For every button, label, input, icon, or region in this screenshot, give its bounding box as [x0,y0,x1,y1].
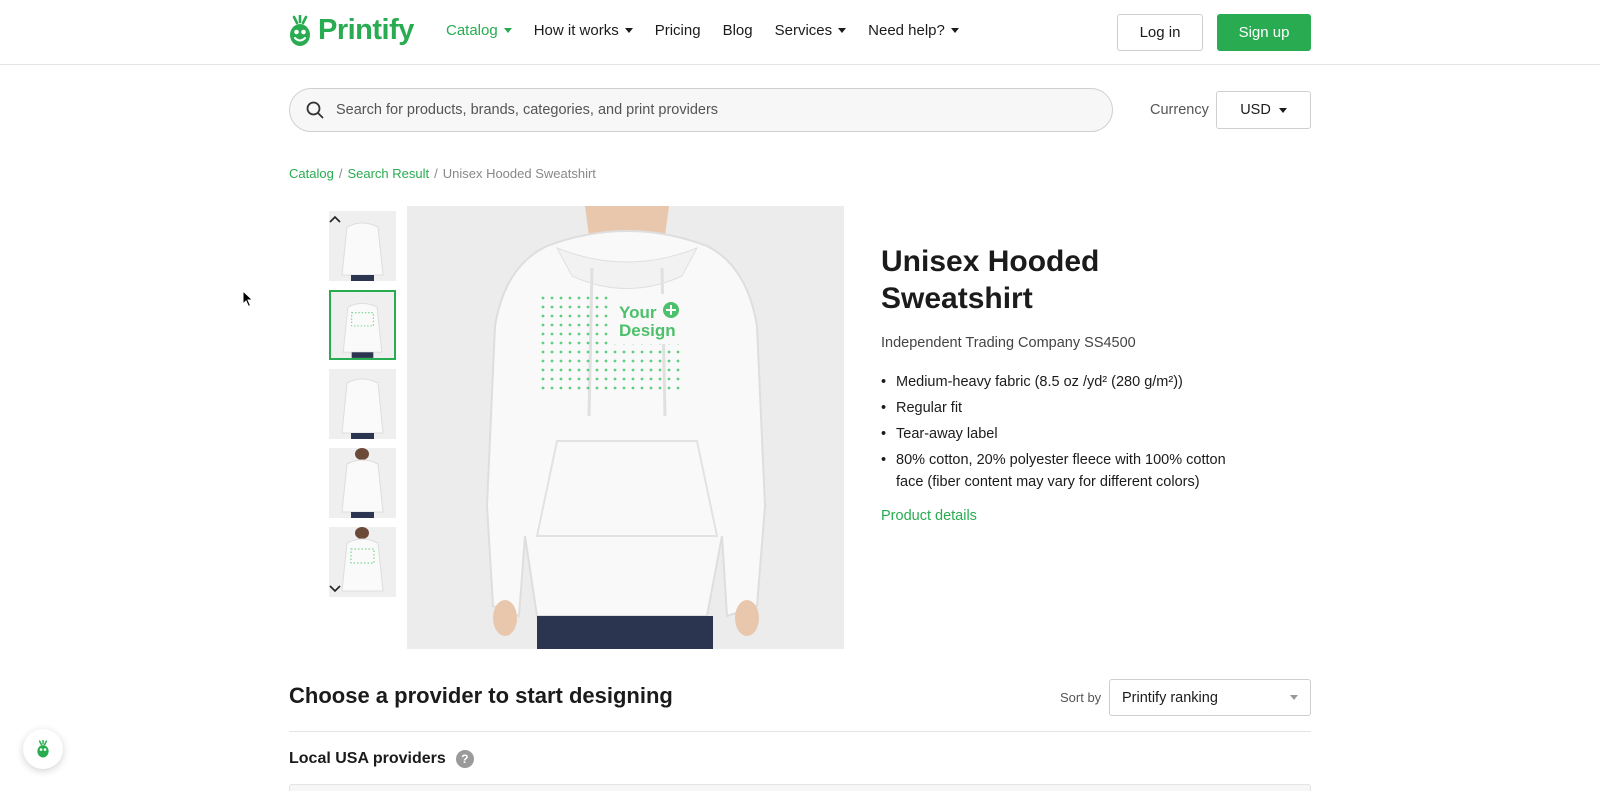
breadcrumb-separator: / [338,166,343,181]
printify-mascot-icon [290,14,310,46]
nav-pricing[interactable]: Pricing [655,22,701,39]
top-navigation-bar: Printify Catalog How it works Pricing Bl… [0,0,1600,65]
product-details-link[interactable]: Product details [881,508,977,524]
nav-blog[interactable]: Blog [723,22,753,39]
breadcrumb: Catalog / Search Result / Unisex Hooded … [289,166,596,181]
chevron-up-icon[interactable] [329,215,341,223]
chevron-down-icon [950,28,959,33]
feature-item: Tear-away label [881,423,1241,445]
thumbnail-gallery [329,211,396,606]
mouse-cursor-icon [242,290,254,308]
nav-need-help[interactable]: Need help? [868,22,959,39]
logo-text: Printify [318,14,414,46]
search-input[interactable]: Search for products, brands, categories,… [289,88,1113,132]
search-placeholder: Search for products, brands, categories,… [336,102,719,118]
feature-item: Regular fit [881,397,1241,419]
feature-item: 80% cotton, 20% polyester fleece with 10… [881,449,1241,493]
provider-card[interactable] [289,784,1311,791]
sort-by-label: Sort by [1060,690,1102,705]
feature-item: Medium-heavy fabric (8.5 oz /yd² (280 g/… [881,371,1241,393]
nav-label: Blog [722,22,753,39]
nav-label: How it works [533,22,619,39]
design-placeholder-line1: Your [619,303,657,322]
sort-select[interactable]: Printify ranking [1109,679,1311,716]
printify-mascot-icon [37,740,49,758]
chevron-down-icon[interactable] [329,585,341,593]
chevron-down-icon [838,28,847,33]
chevron-down-icon [1290,695,1298,700]
nav-label: Catalog [446,22,498,39]
login-button[interactable]: Log in [1117,14,1203,51]
local-providers-label: Local USA providers [289,750,446,767]
main-product-image: Your Design [407,206,844,649]
nav-label: Need help? [868,22,945,39]
currency-label: Currency [1150,102,1209,118]
thumbnail-hoodie-back[interactable] [329,369,396,439]
breadcrumb-catalog[interactable]: Catalog [289,166,334,181]
local-providers-heading: Local USA providers ? [289,750,474,768]
thumbnail-hoodie-front[interactable] [329,211,396,281]
currency-value: USD [1240,102,1271,118]
chevron-down-icon [1278,107,1287,113]
thumbnail-hoodie-front-design[interactable] [329,290,396,360]
providers-heading: Choose a provider to start designing [289,683,673,708]
nav-label: Services [774,22,833,39]
currency-select[interactable]: USD [1216,91,1311,129]
chevron-down-icon [503,28,512,33]
breadcrumb-search-result[interactable]: Search Result [347,166,429,181]
thumbnail-hoodie-model[interactable] [329,448,396,518]
nav-services[interactable]: Services [775,22,847,39]
chat-widget-button[interactable] [23,729,63,769]
nav-label: Pricing [654,22,701,39]
main-nav: Catalog How it works Pricing Blog Servic… [446,22,959,39]
product-brand-model: Independent Trading Company SS4500 [881,335,1136,351]
section-divider [289,731,1311,732]
breadcrumb-separator: / [434,166,438,181]
nav-how-it-works[interactable]: How it works [534,22,633,39]
design-placeholder-line2: Design [619,321,676,340]
product-title: Unisex Hooded Sweatshirt [881,245,1100,315]
thumbnail-hoodie-model-design[interactable] [329,527,396,597]
sort-value: Printify ranking [1122,689,1218,706]
search-icon [306,101,324,119]
breadcrumb-current: Unisex Hooded Sweatshirt [442,166,596,181]
product-features: Medium-heavy fabric (8.5 oz /yd² (280 g/… [881,371,1241,497]
nav-catalog[interactable]: Catalog [446,22,512,39]
printify-logo[interactable]: Printify [288,14,414,47]
help-icon[interactable]: ? [455,750,474,768]
signup-button[interactable]: Sign up [1217,14,1311,51]
chevron-down-icon [624,28,633,33]
